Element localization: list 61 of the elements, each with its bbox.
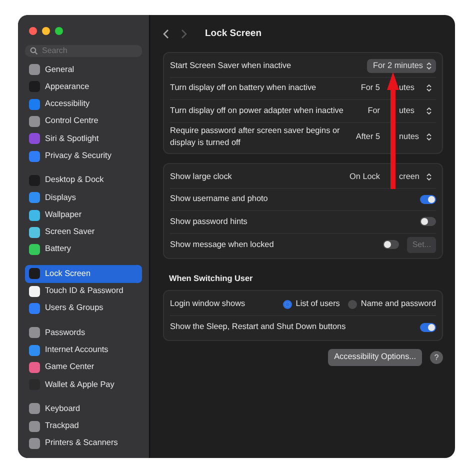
sidebar-item[interactable]: Passwords [25,324,142,342]
sidebar-item[interactable]: Privacy & Security [25,147,142,165]
sidebar-item[interactable]: Desktop & Dock [25,172,142,190]
toggle-switch[interactable] [420,322,436,332]
sidebar-item[interactable]: General [25,61,142,78]
setting-label: Turn display off on power adapter when inactive [170,104,344,117]
sidebar-item[interactable]: Users & Groups [25,300,142,318]
search-icon [30,47,38,55]
toggle-switch[interactable] [420,217,436,226]
section-heading: When Switching User [169,273,254,286]
popup-button[interactable]: For 2 minutes [366,58,436,73]
sidebar-item[interactable]: Printers & Scanners [25,434,142,452]
sidebar-item[interactable]: Lock Screen [25,265,142,283]
setting-label: Start Screen Saver when inactive [170,60,292,72]
radio-option[interactable]: Name and password [348,298,436,310]
updown-chevron-icon [426,132,432,141]
popup-text: utes [399,104,416,117]
accessibility-options-button[interactable]: Accessibility Options... [328,349,422,366]
popup-text: utes [399,82,416,94]
sidebar-item[interactable]: Control Centre [25,112,142,130]
updown-chevron-icon [426,106,432,115]
sidebar-item[interactable]: Internet Accounts [25,341,142,359]
popup-text: nutes [399,130,420,143]
popup-text: creen [399,170,420,183]
toggle-switch[interactable] [420,194,436,204]
back-icon[interactable] [163,29,169,39]
setting-label: Show username and photo [170,193,268,206]
sidebar-item[interactable]: Accessibility [25,96,142,113]
setting-label: Login window shows [170,298,246,310]
sidebar-item[interactable]: Touch ID & Password [25,282,142,300]
sidebar-item[interactable]: Displays [25,189,142,206]
minimize-button[interactable] [42,27,50,35]
sidebar-item[interactable]: Siri & Spotlight [25,130,142,148]
radio-button[interactable] [282,300,292,309]
sidebar-item[interactable]: Wallpaper [25,206,142,224]
close-button[interactable] [29,27,37,35]
setting-label: Show message when locked [170,238,274,251]
setting-label: Show large clock [170,170,232,183]
popup-button[interactable]: For 5 utes [354,81,436,96]
updown-chevron-icon [426,84,432,92]
sidebar-item[interactable]: Keyboard [25,400,142,418]
zoom-button[interactable] [55,27,63,35]
sidebar-item[interactable]: Screen Saver [25,224,142,241]
updown-chevron-icon [426,62,432,70]
window-title: Lock Screen [205,26,262,41]
help-button[interactable]: ? [430,351,443,364]
setting-label: Turn display off on battery when inactive [170,82,316,94]
popup-button[interactable]: For utes [362,104,436,118]
sidebar-item[interactable]: Appearance [25,78,142,96]
popup-button[interactable]: On Lock creen [344,170,436,184]
sidebar-item[interactable]: Battery [25,240,142,258]
sidebar-item[interactable]: Game Center [25,358,142,376]
radio-button[interactable] [348,300,357,309]
setting-label: Show password hints [170,216,248,228]
sidebar-item[interactable]: Trackpad [25,418,142,435]
setting-label: Show the Sleep, Restart and Shut Down buttons [170,320,346,333]
updown-chevron-icon [426,172,432,181]
popup-button[interactable]: After 5 nutes [350,130,436,144]
sidebar-item[interactable]: Wallet & Apple Pay [25,376,142,394]
setting-label: Require password after screen saver begins or display is turned off [170,124,341,149]
radio-option[interactable]: List of users [282,298,340,310]
